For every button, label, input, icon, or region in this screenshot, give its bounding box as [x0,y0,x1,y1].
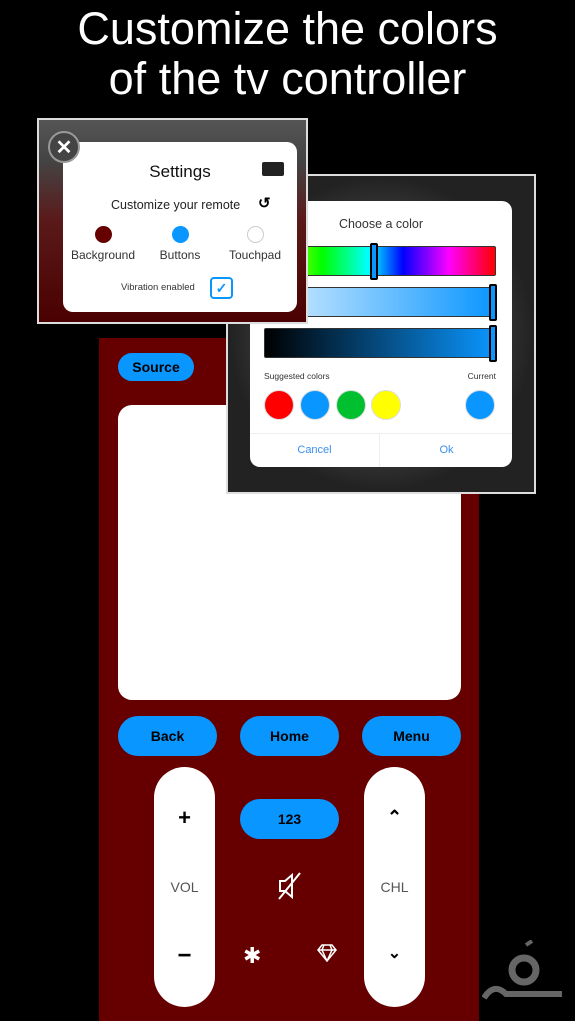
saturation-thumb[interactable] [489,284,497,321]
cancel-button[interactable]: Cancel [250,434,380,467]
swatch-label: Background [70,248,136,262]
vibration-checkbox[interactable]: ✓ [210,277,233,299]
volume-down-button[interactable]: − [154,942,215,970]
watermark-logo [481,939,564,1013]
background-swatch[interactable]: Background [63,226,143,262]
suggested-color-yellow[interactable] [371,390,401,420]
volume-up-button[interactable]: + [154,805,215,831]
buttons-swatch[interactable]: Buttons [140,226,220,262]
suggested-color-red[interactable] [264,390,294,420]
suggested-color-blue[interactable] [300,390,330,420]
hue-thumb[interactable] [370,243,379,280]
current-color [465,390,495,420]
channel-down-icon[interactable]: ⌄ [364,943,425,963]
close-button[interactable]: ✕ [48,131,80,163]
numpad-button[interactable]: 123 [240,799,339,839]
touchpad-swatch[interactable]: Touchpad [215,226,295,262]
mute-icon[interactable] [276,870,304,907]
ok-button[interactable]: Ok [381,434,512,467]
settings-screenshot: Settings Customize your remote ↺ Backgro… [37,118,308,324]
gear-icon[interactable]: ✱ [243,943,261,969]
settings-subtitle: Customize your remote [111,198,241,212]
channel-up-icon[interactable]: ⌃ [364,807,425,828]
volume-label: VOL [170,879,199,895]
brightness-thumb[interactable] [489,325,497,362]
suggested-label: Suggested colors [264,371,330,381]
channel-rocker: ⌃ CHL ⌄ [364,767,425,1007]
back-button[interactable]: Back [118,716,217,756]
source-button[interactable]: Source [118,353,194,381]
current-label: Current [467,371,496,381]
settings-dialog: Settings Customize your remote ↺ Backgro… [63,142,297,312]
swatch-label: Buttons [159,248,201,262]
swatch-label: Touchpad [228,248,282,262]
reset-icon[interactable]: ↺ [258,194,271,212]
tv-icon[interactable] [262,162,284,176]
home-button[interactable]: Home [240,716,339,756]
brightness-slider[interactable] [264,325,497,362]
headline-line-1: Customize the colors [77,3,498,54]
menu-button[interactable]: Menu [362,716,461,756]
vibration-label: Vibration enabled [121,282,195,293]
channel-label: CHL [380,879,409,895]
volume-rocker: + VOL − [154,767,215,1007]
suggested-color-green[interactable] [336,390,366,420]
headline-line-2: of the tv controller [108,53,467,104]
diamond-icon[interactable] [317,944,337,967]
headline: Customize the colors of the tv controlle… [0,4,575,104]
